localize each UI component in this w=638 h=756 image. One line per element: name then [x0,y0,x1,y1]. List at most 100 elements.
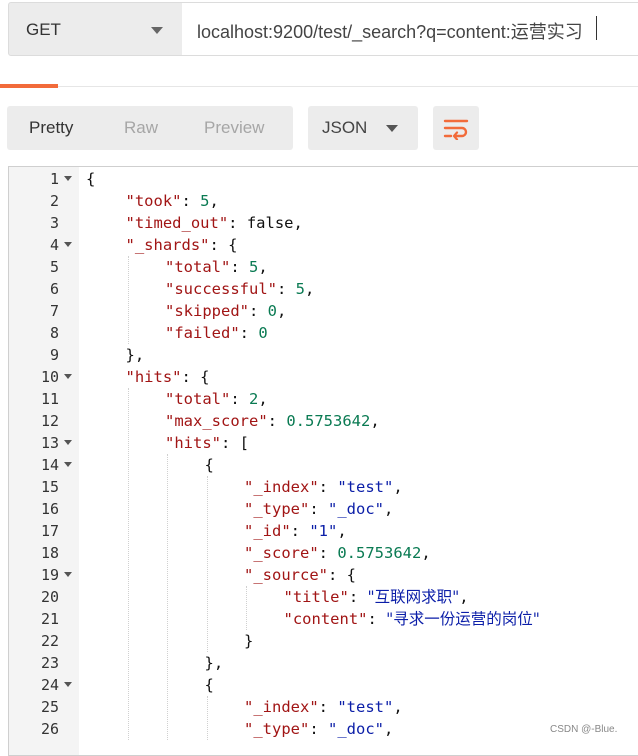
code-text: "_index": "test", [244,696,403,718]
json-string: "_doc" [328,720,384,738]
code-text: "total": 5, [165,256,268,278]
json-punctuation: : [276,280,296,298]
view-pretty-button[interactable]: Pretty [29,118,73,138]
line-number: 12 [40,412,59,430]
chevron-down-icon [386,125,398,132]
line-number: 4 [49,236,59,254]
code-line: 12 "max_score": 0.5753642, [9,410,638,432]
json-key: "_index" [244,698,319,716]
json-boolean: false [246,214,294,232]
fold-toggle-icon[interactable] [64,374,72,379]
fold-toggle-icon[interactable] [64,572,72,577]
json-punctuation: : [290,522,310,540]
view-raw-button[interactable]: Raw [124,118,158,138]
code-line: 15 "_index": "test", [9,476,638,498]
json-string: "互联网求职" [367,588,460,606]
json-key: "skipped" [165,302,249,320]
url-input[interactable]: localhost:9200/test/_search?q=content:运营… [182,2,638,56]
chevron-down-icon [151,27,163,34]
json-punctuation: : [267,412,287,430]
line-number: 7 [49,302,59,320]
view-mode-toggle: Pretty Raw Preview [7,106,293,150]
line-number: 18 [40,544,59,562]
line-number: 22 [40,632,59,650]
json-punctuation: { [86,170,96,188]
json-key: "_index" [244,478,319,496]
json-key: "_score" [244,544,319,562]
code-line: 21 "content": "寻求一份运营的岗位" [9,608,638,630]
json-punctuation: , [258,258,268,276]
code-line: 8 "failed": 0 [9,322,638,344]
line-number: 8 [49,324,59,342]
json-punctuation: { [204,456,214,474]
code-text: }, [126,344,145,366]
line-number: 3 [49,214,59,232]
json-punctuation: , [459,588,469,606]
json-punctuation: , [393,698,403,716]
fold-toggle-icon[interactable] [64,462,72,467]
json-punctuation: , [277,302,287,320]
json-number: 5 [249,258,259,276]
json-punctuation: , [209,192,219,210]
code-text: "_type": "_doc", [244,498,393,520]
code-line: 3 "timed_out": false, [9,212,638,234]
code-text: "_type": "_doc", [244,718,393,740]
line-number: 24 [40,676,59,694]
code-text: { [205,674,214,696]
fold-toggle-icon[interactable] [64,176,72,181]
line-number: 15 [40,478,59,496]
format-select[interactable]: JSON [308,106,418,150]
code-text: "total": 2, [165,388,268,410]
code-line: 19 "_source": { [9,564,638,586]
json-punctuation: : [230,258,249,276]
json-punctuation: : [318,478,338,496]
json-punctuation: , [370,412,380,430]
json-key: "_type" [244,500,310,518]
json-number: 0 [258,324,268,342]
line-number: 14 [40,456,59,474]
method-label: GET [26,20,61,39]
code-line: 18 "_score": 0.5753642, [9,542,638,564]
code-text: "failed": 0 [165,322,268,344]
response-body-editor[interactable]: 1{2 "took": 5, 3 "timed_out": false, 4 "_shar… [8,166,638,756]
json-number: 0.5753642 [337,544,422,562]
line-number: 17 [40,522,59,540]
fold-toggle-icon[interactable] [64,682,72,687]
json-key: "took" [125,192,182,210]
json-punctuation: : [309,500,328,518]
json-key: "timed_out" [125,214,229,232]
json-key: "content" [283,610,368,628]
fold-toggle-icon[interactable] [64,242,72,247]
json-string: "_doc" [328,500,384,518]
json-punctuation: } [244,632,254,650]
line-number: 23 [40,654,59,672]
code-text: "_shards": { [126,234,238,256]
json-punctuation: : [ [221,434,249,452]
json-key: "title" [283,588,349,606]
code-line: 6 "successful": 5, [9,278,638,300]
code-line: 5 "total": 5, [9,256,638,278]
json-punctuation: }, [204,654,224,672]
code-text: { [205,454,214,476]
json-number: 0.5753642 [286,412,371,430]
json-key: "_type" [244,720,310,738]
code-line: 26 "_type": "_doc", [9,718,638,740]
code-text: "_id": "1", [244,520,347,542]
json-punctuation: : { [328,566,356,584]
wrap-lines-button[interactable] [433,106,479,150]
fold-toggle-icon[interactable] [64,440,72,445]
code-text: "hits": { [126,366,210,388]
code-text: "_source": { [244,564,356,586]
code-line: 24 { [9,674,638,696]
text-cursor [596,16,597,40]
json-key: "failed" [165,324,240,342]
code-text: "skipped": 0, [165,300,286,322]
json-punctuation: : [318,698,338,716]
json-key: "_shards" [125,236,210,254]
line-number: 1 [49,170,59,188]
code-line: 22} [9,630,638,652]
method-select[interactable]: GET [8,2,183,56]
json-key: "hits" [165,434,221,452]
view-preview-button[interactable]: Preview [204,118,264,138]
json-punctuation: : [228,214,247,232]
